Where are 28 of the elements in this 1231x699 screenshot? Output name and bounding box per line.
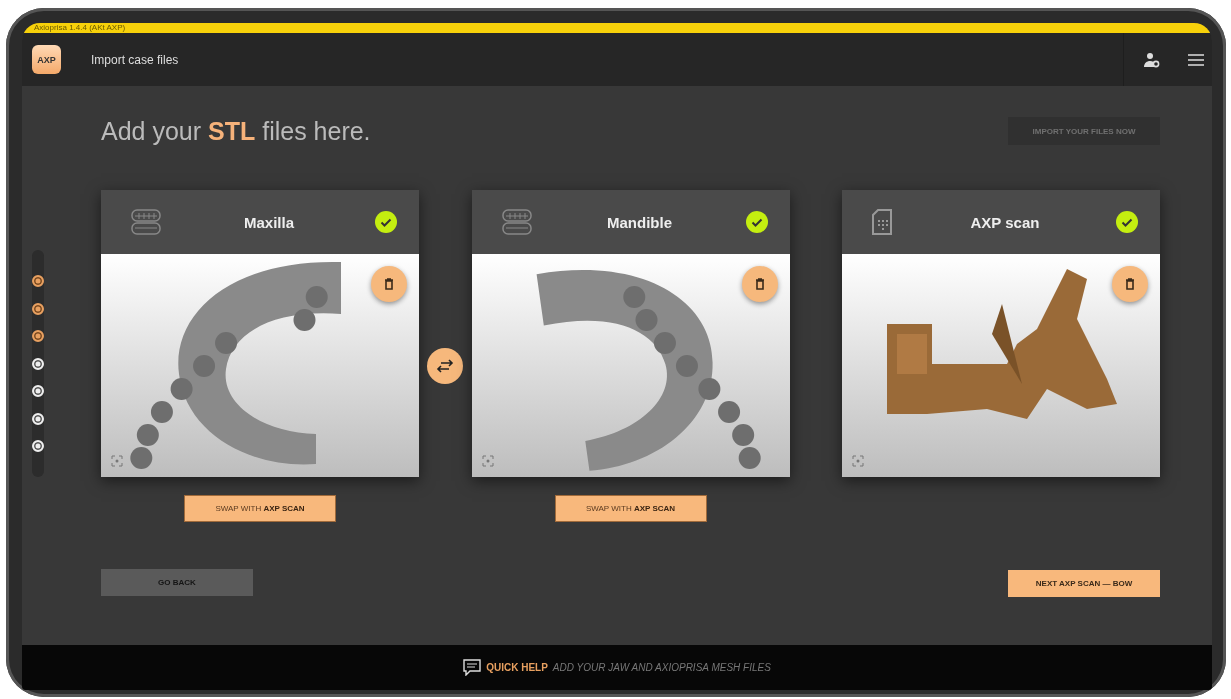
user-settings-icon[interactable]	[1144, 51, 1160, 68]
page-title: Import case files	[91, 52, 179, 67]
jaw-icon	[129, 208, 163, 236]
trash-icon[interactable]	[754, 278, 765, 290]
step-dot[interactable]	[32, 330, 44, 342]
step-dot[interactable]	[32, 302, 44, 315]
recenter-icon[interactable]	[852, 455, 864, 467]
menu-icon[interactable]	[1188, 53, 1204, 66]
window-title: Axioprisa 1.4.4 (AKt AXP)	[34, 23, 126, 33]
card-title: AXP scan	[969, 213, 1041, 231]
recenter-icon[interactable]	[111, 455, 123, 467]
swap-button[interactable]: SWAP WITH AXP SCAN	[184, 495, 336, 522]
jaw-icon	[499, 208, 534, 236]
trash-icon[interactable]	[1125, 278, 1135, 290]
swap-button[interactable]: SWAP WITH AXP SCAN	[554, 495, 707, 522]
swap-arrows-button[interactable]	[427, 347, 464, 384]
chat-icon	[463, 659, 482, 676]
trash-icon[interactable]	[384, 278, 394, 290]
step-dot[interactable]	[32, 275, 44, 287]
quick-help-text: ADD YOUR JAW AND AXIOPRISA MESH FILES	[552, 662, 771, 673]
card-title: Maxilla	[243, 213, 295, 231]
sd-card-icon	[870, 208, 894, 236]
next-button[interactable]: NEXT AXP SCAN — BOW	[1008, 570, 1160, 597]
app-logo: AXP	[32, 45, 61, 74]
card-title: Mandible	[606, 213, 673, 231]
swap-arrows-icon[interactable]	[436, 358, 455, 373]
quick-help-label[interactable]: QUICK HELP	[486, 662, 548, 673]
heading: Add your STL files here.	[101, 116, 371, 146]
